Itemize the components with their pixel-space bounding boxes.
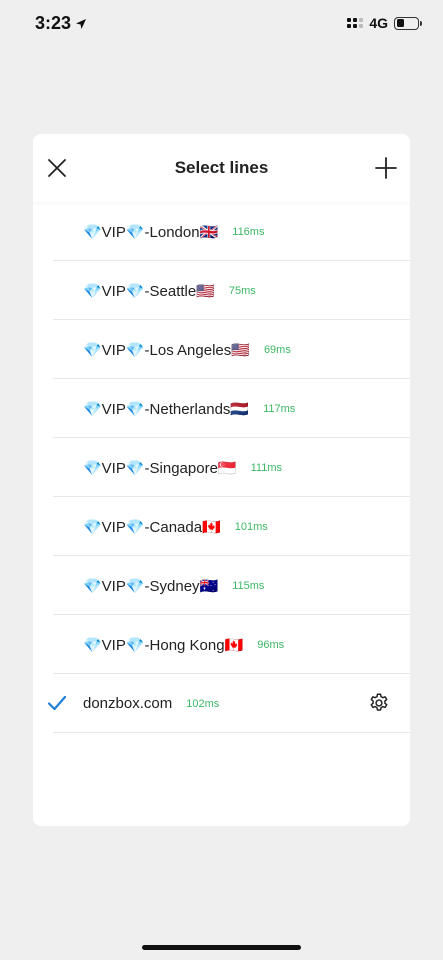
line-list: 💎VIP💎-London🇬🇧 116ms 💎VIP💎-Seattle🇺🇸 75m… [33, 202, 410, 733]
line-ping: 116ms [232, 225, 265, 238]
line-name: 💎VIP💎-Seattle🇺🇸 [83, 282, 215, 300]
status-indicators: 4G [347, 15, 422, 31]
line-name: 💎VIP💎-Hong Kong🇨🇦 [83, 636, 244, 654]
status-time: 3:23 [35, 13, 87, 34]
line-item[interactable]: 💎VIP💎-Los Angeles🇺🇸 69ms [33, 320, 410, 379]
line-name: 💎VIP💎-Los Angeles🇺🇸 [83, 341, 250, 359]
status-bar: 3:23 4G [0, 0, 443, 50]
line-name: 💎VIP💎-Netherlands🇳🇱 [83, 400, 250, 418]
dialog-title: Select lines [174, 158, 269, 177]
custom-line-item[interactable]: donzbox.com 102ms [33, 674, 410, 733]
line-item[interactable]: 💎VIP💎-Sydney🇦🇺 115ms [33, 556, 410, 615]
line-name: 💎VIP💎-Singapore🇸🇬 [83, 459, 237, 477]
line-item[interactable]: 💎VIP💎-London🇬🇧 116ms [33, 202, 410, 261]
plus-icon [375, 157, 397, 179]
line-ping: 117ms [263, 402, 296, 415]
close-button[interactable] [45, 156, 69, 180]
line-item[interactable]: 💎VIP💎-Seattle🇺🇸 75ms [33, 261, 410, 320]
line-name: 💎VIP💎-London🇬🇧 [83, 223, 219, 241]
close-icon [48, 159, 66, 177]
line-item[interactable]: 💎VIP💎-Canada🇨🇦 101ms [33, 497, 410, 556]
line-ping: 115ms [232, 579, 265, 592]
location-arrow-icon [76, 18, 87, 29]
line-ping: 96ms [257, 638, 285, 651]
home-indicator[interactable] [142, 945, 301, 950]
battery-icon [394, 16, 422, 30]
select-lines-dialog: Select lines 💎VIP💎-London🇬🇧 116ms 💎VIP💎-… [33, 134, 410, 826]
dialog-header: Select lines [33, 134, 410, 202]
line-ping: 75ms [228, 284, 256, 297]
line-item[interactable]: 💎VIP💎-Singapore🇸🇬 111ms [33, 438, 410, 497]
line-settings-button[interactable] [368, 692, 390, 714]
line-ping: 102ms [186, 697, 220, 710]
status-time-text: 3:23 [35, 13, 72, 33]
line-ping: 69ms [263, 343, 291, 356]
line-item[interactable]: 💎VIP💎-Hong Kong🇨🇦 96ms [33, 615, 410, 674]
network-type: 4G [369, 15, 388, 31]
line-ping: 111ms [250, 461, 282, 474]
cellular-signal-icon [347, 18, 364, 28]
line-name: 💎VIP💎-Canada🇨🇦 [83, 518, 221, 536]
gear-icon [370, 693, 388, 711]
line-item[interactable]: 💎VIP💎-Netherlands🇳🇱 117ms [33, 379, 410, 438]
line-ping: 101ms [234, 520, 268, 533]
line-name: donzbox.com [83, 695, 173, 712]
screen: 3:23 4G Select lines 💎VIP💎-London🇬🇧 116m… [0, 0, 443, 960]
add-line-button[interactable] [374, 156, 398, 180]
checkmark-icon [47, 695, 67, 711]
line-name: 💎VIP💎-Sydney🇦🇺 [83, 577, 219, 595]
